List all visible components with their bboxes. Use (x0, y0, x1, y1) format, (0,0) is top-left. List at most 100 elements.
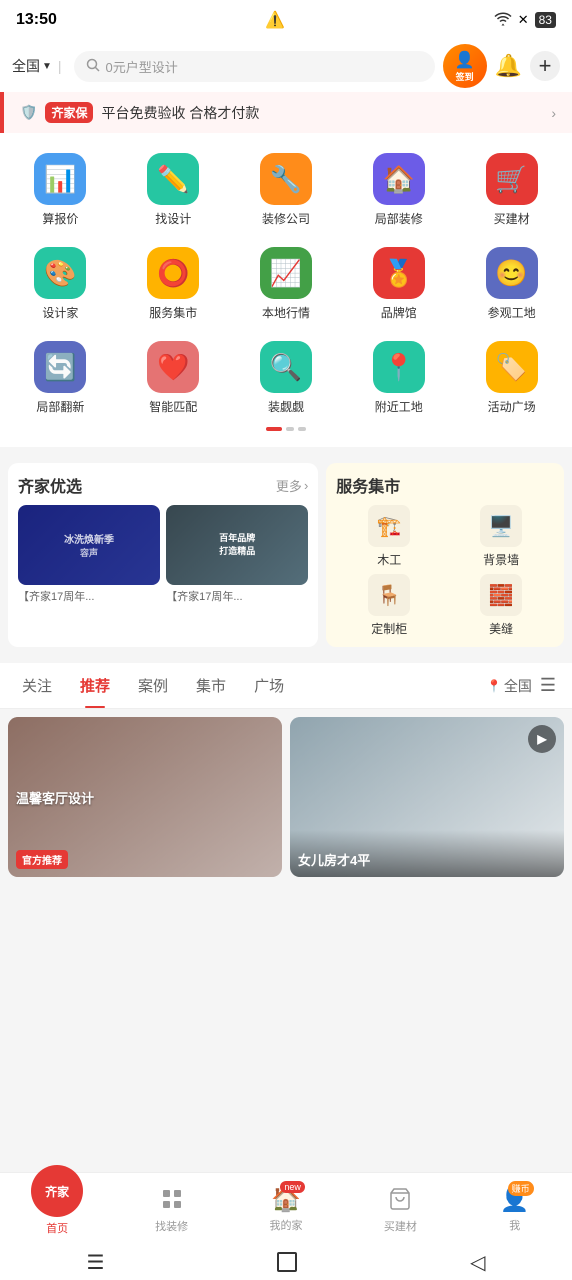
me-badge: 赚币 (508, 1181, 534, 1196)
status-time: 13:50 (16, 11, 57, 29)
sign-in-button[interactable]: 👤 签到 (443, 44, 487, 88)
chevron-down-icon: ▼ (42, 61, 52, 72)
nav-find-label: 找装修 (155, 1218, 188, 1234)
home-nav-icon: 齐家 (31, 1165, 83, 1217)
smart-match-label: 智能匹配 (149, 398, 197, 415)
system-home-icon[interactable] (277, 1252, 297, 1272)
feed-item-1[interactable]: 温馨客厅设计 官方推荐 (8, 717, 282, 877)
nav-home-label: 首页 (46, 1220, 68, 1236)
icon-calc[interactable]: 📊 算报价 (8, 149, 113, 231)
buy-material-nav-icon (384, 1183, 416, 1215)
look-icon: 🔍 (260, 341, 312, 393)
service-item-carpenter[interactable]: 🏗️ 木工 (336, 505, 442, 568)
location-filter[interactable]: 📍 全国 (487, 676, 532, 696)
designer-icon: 🎨 (34, 247, 86, 299)
service-item-bgwall[interactable]: 🖥️ 背景墙 (448, 505, 554, 568)
myhome-badge: new (280, 1181, 305, 1193)
qijia-banner[interactable]: 🛡️ 齐家保 平台免费验收 合格才付款 › (0, 92, 572, 133)
system-back-icon[interactable]: ◁ (470, 1250, 485, 1275)
icon-renovate[interactable]: 🔄 局部翻新 (8, 337, 113, 419)
product-item-2[interactable]: 百年品牌 打造精品 【齐家17周年... (166, 505, 308, 604)
cabinet-label: 定制柜 (371, 620, 407, 637)
icon-service-market[interactable]: ⭕ 服务集市 (121, 243, 226, 325)
play-button[interactable]: ▶ (528, 725, 556, 753)
service-market-title: 服务集市 (336, 473, 400, 497)
sign-label: 签到 (456, 70, 474, 83)
service-market-card: 服务集市 🏗️ 木工 🖥️ 背景墙 🪑 定制柜 🧱 美缝 (326, 463, 564, 647)
nav-myhome[interactable]: 🏠 new 我的家 (256, 1185, 316, 1233)
carpenter-label: 木工 (377, 551, 401, 568)
product-desc-2: 【齐家17周年... (166, 588, 308, 604)
icon-nearby[interactable]: 📍 附近工地 (346, 337, 451, 419)
smart-match-icon: ❤️ (147, 341, 199, 393)
icon-visit-site[interactable]: 😊 参观工地 (459, 243, 564, 325)
activity-label: 活动广场 (488, 398, 536, 415)
buy-material-icon: 🛒 (486, 153, 538, 205)
system-menu-icon[interactable]: ☰ (86, 1250, 104, 1275)
feed-img-2: ▶ 女儿房才4平 (290, 717, 564, 877)
shield-icon: 🛡️ (20, 104, 37, 121)
activity-icon: 🏷️ (486, 341, 538, 393)
service-grid: 🏗️ 木工 🖥️ 背景墙 🪑 定制柜 🧱 美缝 (336, 505, 554, 637)
overlay-text: 女儿房才4平 (290, 830, 564, 877)
service-market-header: 服务集市 (336, 473, 554, 497)
tab-follow[interactable]: 关注 (8, 663, 66, 708)
icon-smart-match[interactable]: ❤️ 智能匹配 (121, 337, 226, 419)
icon-design[interactable]: ✏️ 找设计 (121, 149, 226, 231)
nav-find-renovation[interactable]: 找装修 (142, 1183, 202, 1234)
status-alert-icon: ⚠️ (265, 10, 285, 30)
brand-hall-icon: 🏅 (373, 247, 425, 299)
banner-arrow: › (551, 105, 556, 121)
icon-brand-hall[interactable]: 🏅 品牌馆 (346, 243, 451, 325)
tab-square[interactable]: 广场 (240, 663, 298, 708)
calc-label: 算报价 (42, 210, 78, 227)
icon-grid-row2: 🎨 设计家 ⭕ 服务集市 📈 本地行情 🏅 品牌馆 😊 参观工 (0, 243, 572, 325)
tab-recommend[interactable]: 推荐 (66, 663, 124, 708)
nearby-label: 附近工地 (375, 398, 423, 415)
feed-item-2[interactable]: ▶ 女儿房才4平 (290, 717, 564, 877)
renovate-icon: 🔄 (34, 341, 86, 393)
product-grid: 冰洗焕新季 容声 【齐家17周年... 百年品牌 打造精品 【齐家17周年... (18, 505, 308, 604)
carpenter-icon: 🏗️ (368, 505, 410, 547)
grout-label: 美缝 (489, 620, 513, 637)
search-bar[interactable]: 0元户型设计 (74, 51, 435, 82)
service-market-icon: ⭕ (147, 247, 199, 299)
menu-icon[interactable]: ☰ (532, 663, 564, 708)
x-icon: ✕ (518, 12, 529, 28)
service-item-grout[interactable]: 🧱 美缝 (448, 574, 554, 637)
icon-activity[interactable]: 🏷️ 活动广场 (459, 337, 564, 419)
service-item-cabinet[interactable]: 🪑 定制柜 (336, 574, 442, 637)
location-label: 全国 (12, 56, 40, 76)
wifi-icon (494, 12, 512, 29)
tab-case[interactable]: 案例 (124, 663, 182, 708)
company-icon: 🔧 (260, 153, 312, 205)
content-row: 齐家优选 更多 › 冰洗焕新季 容声 【齐家17周年... 百年品牌 (0, 455, 572, 655)
youxuan-more-link[interactable]: 更多 › (276, 476, 308, 495)
nav-home[interactable]: 齐家 首页 (27, 1181, 87, 1236)
icon-local-info[interactable]: 📈 本地行情 (234, 243, 339, 325)
product-item-1[interactable]: 冰洗焕新季 容声 【齐家17周年... (18, 505, 160, 604)
nav-buy-material[interactable]: 买建材 (370, 1183, 430, 1234)
icon-partial[interactable]: 🏠 局部装修 (346, 149, 451, 231)
icon-grid-row1: 📊 算报价 ✏️ 找设计 🔧 装修公司 🏠 局部装修 🛒 买建 (0, 149, 572, 231)
nav-me[interactable]: 👤 赚币 我 (485, 1185, 545, 1233)
feed-img-1: 温馨客厅设计 官方推荐 (8, 717, 282, 877)
search-placeholder: 0元户型设计 (106, 57, 178, 76)
grout-icon: 🧱 (480, 574, 522, 616)
status-bar: 13:50 ⚠️ ✕ 83 (0, 0, 572, 40)
tab-market[interactable]: 集市 (182, 663, 240, 708)
location-button[interactable]: 全国 ▼ | (12, 56, 66, 76)
buy-material-label: 买建材 (494, 210, 530, 227)
add-icon[interactable]: + (530, 51, 560, 81)
product-img-2: 百年品牌 打造精品 (166, 505, 308, 585)
partial-label: 局部装修 (375, 210, 423, 227)
nearby-icon: 📍 (373, 341, 425, 393)
icon-look[interactable]: 🔍 装觑觑 (234, 337, 339, 419)
notification-icon[interactable]: 🔔 (495, 53, 522, 79)
icon-designer[interactable]: 🎨 设计家 (8, 243, 113, 325)
bottom-nav: 齐家 首页 找装修 🏠 new 我的家 买建材 👤 赚币 我 (0, 1172, 572, 1244)
icon-company[interactable]: 🔧 装修公司 (234, 149, 339, 231)
feed-tab-bar: 关注 推荐 案例 集市 广场 📍 全国 ☰ (0, 663, 572, 709)
icon-buy-material[interactable]: 🛒 买建材 (459, 149, 564, 231)
designer-label: 设计家 (42, 304, 78, 321)
